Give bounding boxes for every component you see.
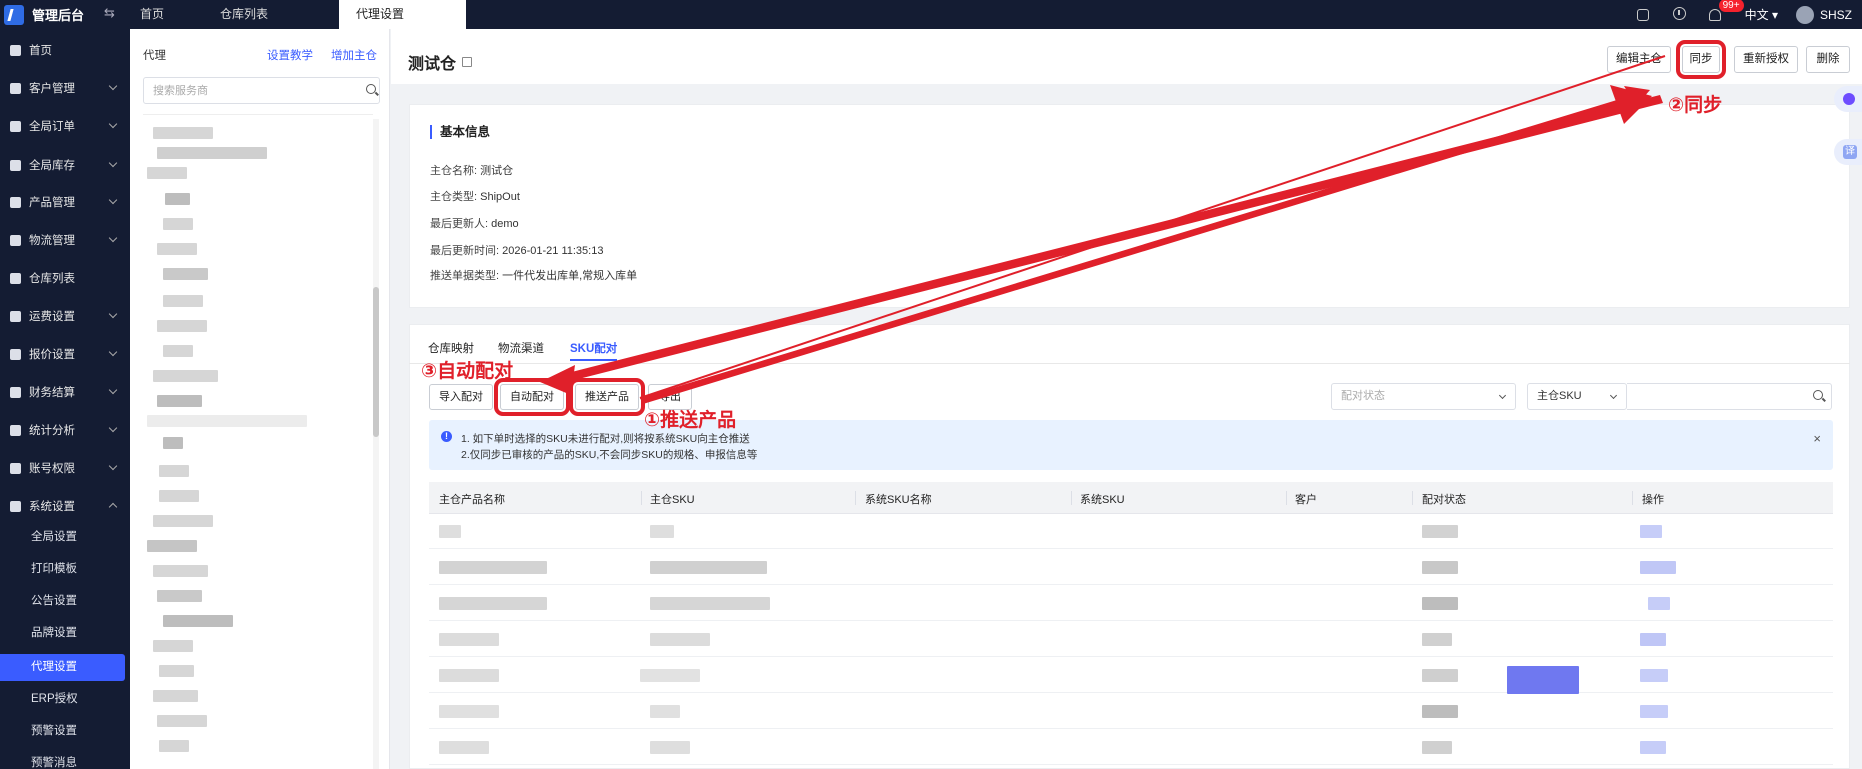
arrow-to-auto-match bbox=[548, 95, 1663, 386]
arrow-head-auto-match bbox=[540, 365, 575, 395]
annotation-step3: ③自动配对 bbox=[421, 361, 514, 382]
annotation-arrows bbox=[540, 55, 1666, 404]
annotation-step1: ①推送产品 bbox=[644, 410, 737, 431]
arrow-to-sync bbox=[640, 86, 1650, 404]
annotation-step2: ②同步 bbox=[1668, 95, 1723, 116]
